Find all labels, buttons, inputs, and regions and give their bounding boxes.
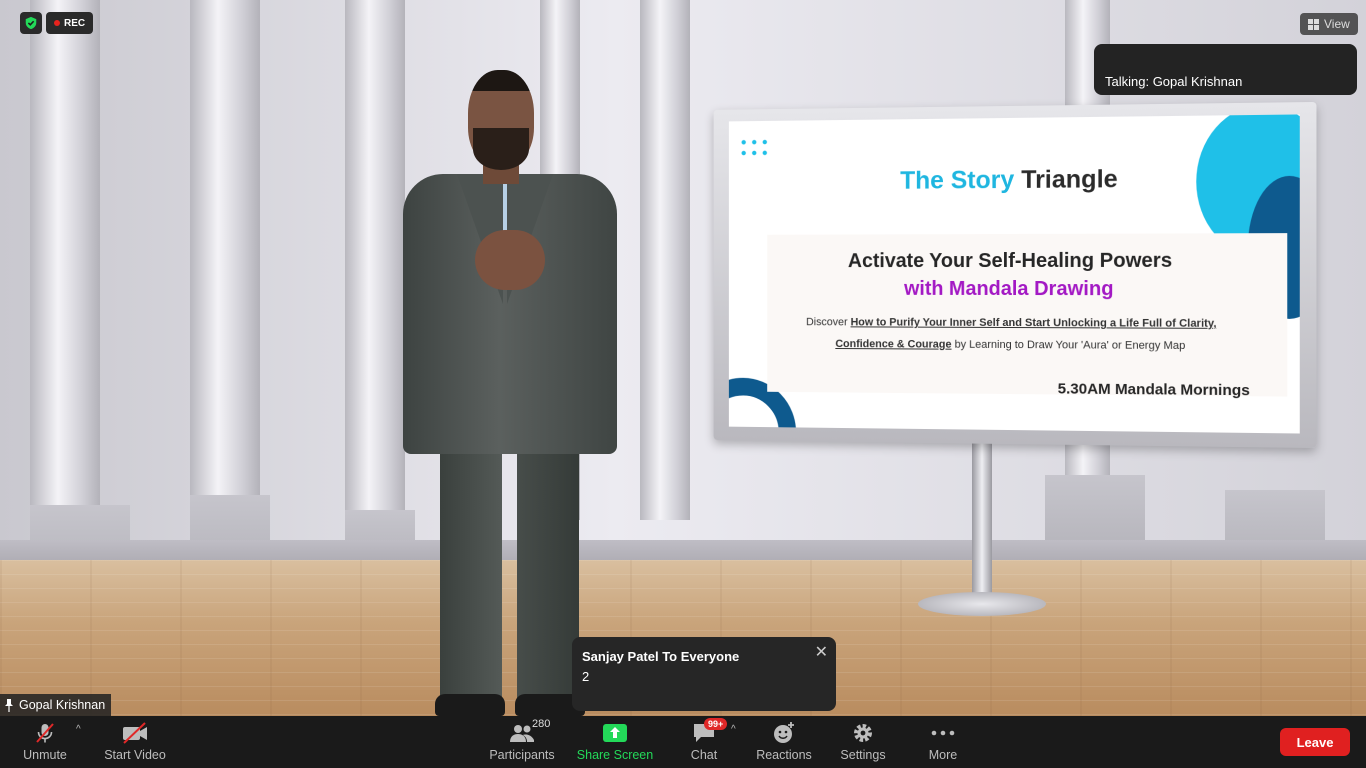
board-stand-base [918,592,1046,616]
recording-indicator[interactable]: REC [46,12,94,34]
board-stand [972,440,992,600]
view-button[interactable]: View [1300,13,1358,35]
chat-message: 2 [582,669,590,684]
studio-pillar [30,0,100,520]
chat-sender: Sanjay Patel To Everyone [582,649,740,664]
presenter [395,70,625,716]
share-screen-icon [603,724,627,742]
talking-indicator: Talking: Gopal Krishnan [1094,44,1357,95]
studio-pillar [640,0,690,520]
start-video-button[interactable]: Start Video [100,716,170,768]
slide-title: The Story Triangle [900,165,1118,195]
participant-name-tag: Gopal Krishnan [0,694,112,716]
slide-body: Discover How to Purify Your Inner Self a… [806,316,1217,353]
slide-footer: 5.30AM Mandala Mornings [1057,380,1250,400]
video-stage: The Story Triangle Activate Your Self-He… [0,0,1366,716]
chat-button[interactable]: 99+ Chat [680,716,728,768]
record-dot-icon [54,20,60,26]
close-icon[interactable]: ✕ [815,642,828,662]
caret-up-icon[interactable]: ^ [76,724,81,735]
more-button[interactable]: More [918,716,968,768]
unmute-button[interactable]: Unmute [14,716,76,768]
more-icon [931,730,955,736]
slide-dots [738,136,770,157]
shield-icon[interactable] [20,12,42,34]
chat-notification[interactable]: Sanjay Patel To Everyone 2 ✕ [572,637,836,711]
pin-icon [5,698,13,712]
participants-button[interactable]: 280 Participants [484,716,560,768]
chat-unread-badge: 99+ [704,718,728,730]
view-grid-icon [1308,18,1319,30]
presentation-board: The Story Triangle Activate Your Self-He… [713,101,1317,449]
participants-count: 280 [532,718,551,730]
slide-subheading: with Mandala Drawing [904,277,1114,301]
studio-pillar [190,0,260,520]
caret-up-icon[interactable]: ^ [731,724,736,735]
settings-button[interactable]: Settings [835,716,891,768]
reactions-icon [774,722,794,743]
meeting-toolbar: Unmute ^ Start Video 280 Participants Sh… [0,716,1366,768]
muted-mic-icon [36,723,54,743]
video-off-icon [123,722,147,744]
settings-icon [854,724,872,742]
slide: The Story Triangle Activate Your Self-He… [728,114,1300,434]
leave-button[interactable]: Leave [1280,728,1350,756]
slide-heading: Activate Your Self-Healing Powers [847,249,1173,273]
share-screen-button[interactable]: Share Screen [574,716,656,768]
reactions-button[interactable]: Reactions [752,716,816,768]
meeting-status: REC [20,12,94,34]
